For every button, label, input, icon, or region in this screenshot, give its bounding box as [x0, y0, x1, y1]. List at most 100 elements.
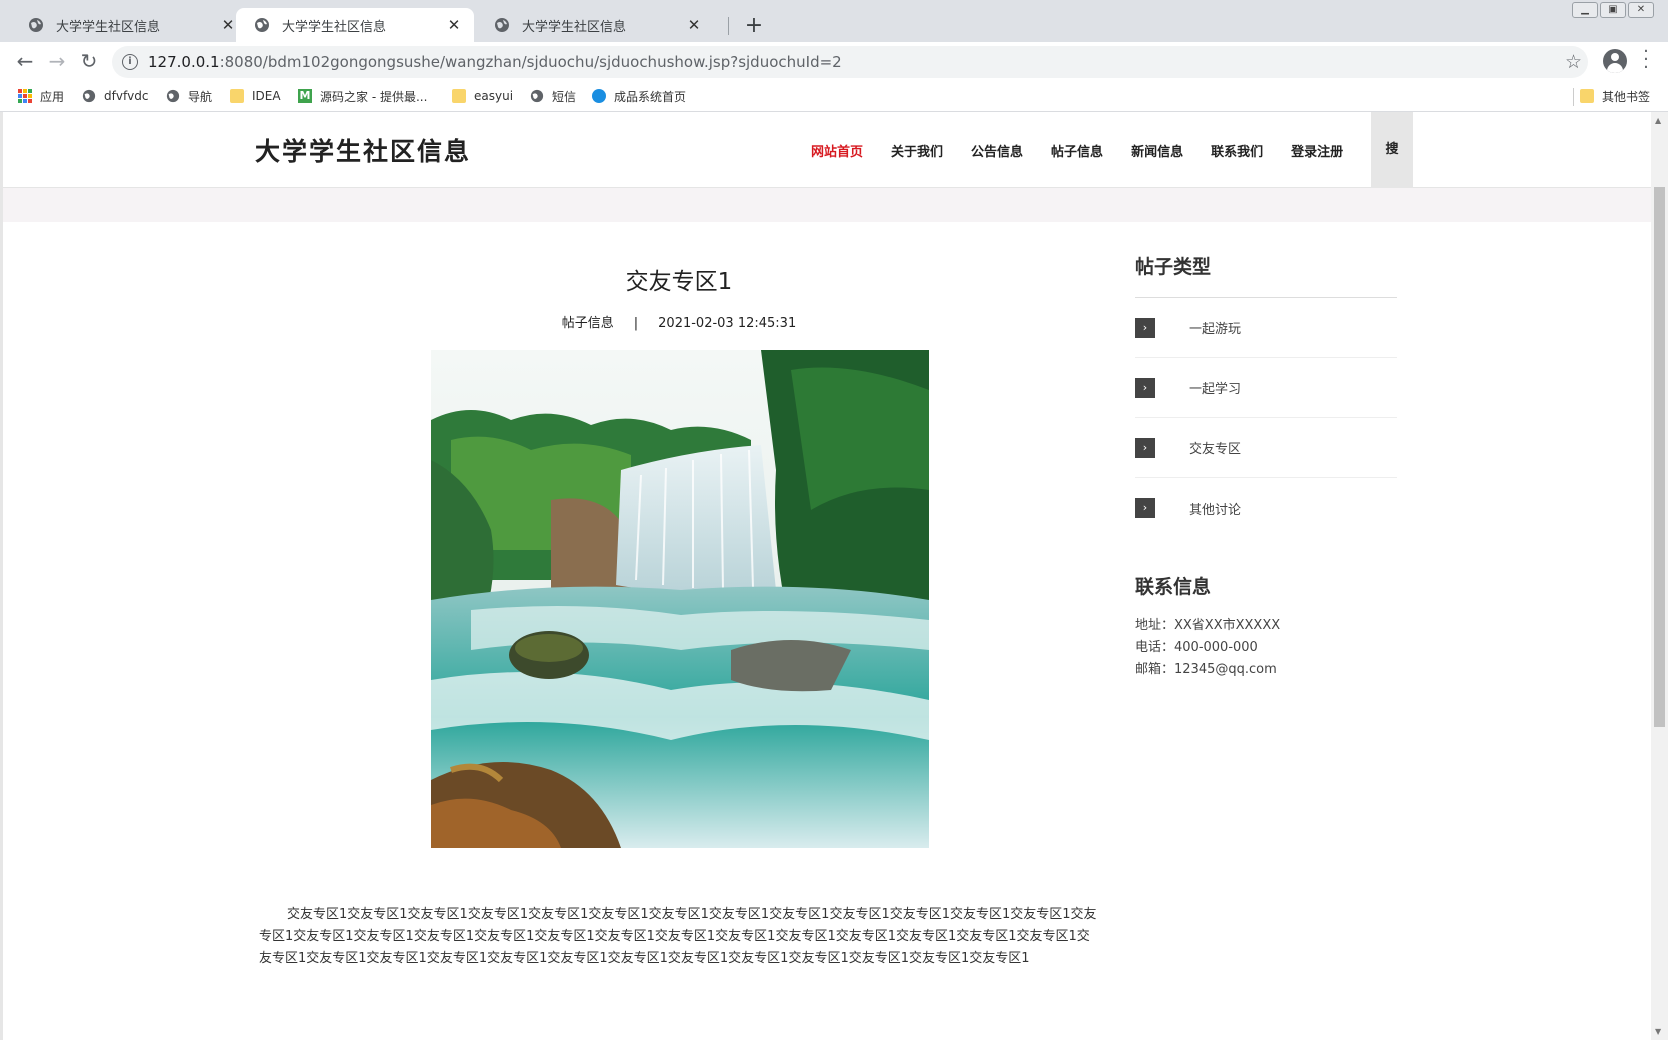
chevron-right-icon: › — [1135, 498, 1155, 518]
new-tab-button[interactable]: + — [740, 12, 768, 40]
tab-separator — [728, 17, 729, 35]
chevron-right-icon: › — [1135, 437, 1155, 458]
bookmark-label: 源码之家 - 提供最... — [320, 89, 428, 104]
tab-title: 大学学生社区信息 — [522, 19, 627, 35]
search-button[interactable]: 搜 — [1371, 112, 1413, 188]
scroll-down-icon[interactable]: ▼ — [1655, 1027, 1661, 1036]
article-meta: 帖子信息 | 2021-02-03 12:45:31 — [259, 312, 1099, 331]
main-nav: 网站首页 关于我们 公告信息 帖子信息 新闻信息 联系我们 登录注册 — [797, 112, 1357, 188]
reload-icon[interactable]: ↻ — [78, 50, 100, 72]
close-icon[interactable]: ✕ — [444, 16, 464, 34]
category-item[interactable]: › 交友专区 — [1135, 418, 1397, 478]
categories-heading: 帖子类型 — [1135, 256, 1212, 278]
address-bar: ← → ↻ i 127.0.0.1:8080/bdm102gongongsush… — [0, 42, 1668, 80]
scrollbar-thumb[interactable] — [1654, 187, 1665, 727]
bookmarks-separator — [1573, 88, 1574, 106]
browser-tab-2[interactable]: 大学学生社区信息 ✕ — [236, 8, 474, 42]
forward-icon[interactable]: → — [46, 50, 68, 72]
globe-icon — [495, 18, 509, 32]
url-input[interactable]: i 127.0.0.1:8080/bdm102gongongsushe/wang… — [112, 46, 1588, 78]
nav-item-posts[interactable]: 帖子信息 — [1051, 141, 1103, 160]
folder-icon — [1580, 89, 1594, 103]
close-icon[interactable]: ✕ — [684, 16, 704, 34]
chevron-right-icon: › — [1135, 377, 1155, 398]
nav-item-login[interactable]: 登录注册 — [1291, 141, 1343, 160]
bookmark-label: 应用 — [40, 89, 65, 104]
page-scrollbar[interactable]: ▲ ▼ — [1651, 112, 1668, 1040]
page-viewport: 大学学生社区信息 网站首页 关于我们 公告信息 帖子信息 新闻信息 联系我们 登… — [0, 112, 1668, 1040]
site-header: 大学学生社区信息 网站首页 关于我们 公告信息 帖子信息 新闻信息 联系我们 登… — [3, 112, 1651, 188]
contact-heading: 联系信息 — [1135, 576, 1212, 598]
contact-address: 地址：XX省XX市XXXXX — [1135, 618, 1281, 633]
tab-title: 大学学生社区信息 — [56, 19, 161, 35]
globe-icon — [255, 18, 269, 32]
globe-icon — [29, 18, 43, 32]
scroll-up-icon[interactable]: ▲ — [1655, 116, 1661, 125]
restore-icon[interactable]: ▣ — [1600, 2, 1626, 18]
folder-icon — [230, 89, 244, 103]
bookmark-system-home[interactable]: 成品系统首页 — [592, 87, 686, 105]
bookmark-nav[interactable]: 导航 — [166, 87, 212, 105]
article-body: 交友专区1交友专区1交友专区1交友专区1交友专区1交友专区1交友专区1交友专区1… — [259, 907, 1097, 966]
contact-phone: 电话：400-000-000 — [1135, 640, 1258, 655]
article-title: 交友专区1 — [625, 269, 733, 295]
apps-icon — [18, 89, 32, 103]
bookmark-label: easyui — [474, 89, 514, 103]
bookmark-label: dfvfvdc — [104, 89, 149, 103]
contact-email: 邮箱：12345@qq.com — [1135, 662, 1277, 677]
profile-icon[interactable] — [1603, 49, 1627, 73]
waterfall-photo — [431, 350, 929, 848]
nav-item-notice[interactable]: 公告信息 — [971, 141, 1023, 160]
bookmark-apps[interactable]: 应用 — [18, 87, 64, 105]
bookmark-label: IDEA — [252, 89, 281, 103]
category-item[interactable]: › 一起游玩 — [1135, 298, 1397, 358]
category-label[interactable]: 一起游玩 — [1189, 318, 1241, 337]
close-icon[interactable]: ✕ — [218, 16, 238, 34]
article-date: 2021-02-03 12:45:31 — [658, 316, 797, 331]
category-label[interactable]: 一起学习 — [1189, 378, 1241, 397]
chevron-right-icon: › — [1135, 317, 1155, 338]
globe-icon — [166, 89, 180, 103]
nav-item-contact[interactable]: 联系我们 — [1211, 141, 1263, 160]
nav-item-home[interactable]: 网站首页 — [811, 141, 863, 160]
nav-item-about[interactable]: 关于我们 — [891, 141, 943, 160]
bookmarks-bar: 应用 dfvfvdc 导航 IDEA M 源码之家 - 提供最... easyu… — [0, 80, 1668, 112]
meta-separator: | — [633, 316, 639, 331]
blue-circle-icon — [592, 89, 606, 103]
browser-tab-1[interactable]: 大学学生社区信息 ✕ — [10, 8, 248, 42]
browser-tab-3[interactable]: 大学学生社区信息 ✕ — [476, 8, 714, 42]
bookmark-label: 导航 — [188, 89, 213, 104]
article-category[interactable]: 帖子信息 — [562, 316, 614, 331]
nav-item-news[interactable]: 新闻信息 — [1131, 141, 1183, 160]
tab-title: 大学学生社区信息 — [282, 19, 387, 35]
bookmark-sms[interactable]: 短信 — [530, 87, 576, 105]
url-host: 127.0.0.1 — [148, 53, 220, 71]
category-label[interactable]: 其他讨论 — [1189, 499, 1241, 518]
menu-icon[interactable]: · · · — [1642, 43, 1650, 77]
category-item[interactable]: › 一起学习 — [1135, 358, 1397, 418]
contact-list: 地址：XX省XX市XXXXX 电话：400-000-000 邮箱：12345@q… — [1135, 615, 1397, 681]
back-icon[interactable]: ← — [14, 50, 36, 72]
m-icon: M — [298, 89, 312, 103]
url-path: :8080/bdm102gongongsushe/wangzhan/sjduoc… — [219, 53, 842, 71]
bookmark-easyui[interactable]: easyui — [452, 87, 513, 105]
sidebar: 帖子类型 › 一起游玩 › 一起学习 › 交友专区 › 其他讨论 联系信息 地址… — [1135, 252, 1397, 681]
info-icon[interactable]: i — [122, 54, 138, 70]
category-label[interactable]: 交友专区 — [1189, 438, 1241, 457]
bookmark-idea[interactable]: IDEA — [230, 87, 281, 105]
close-window-icon[interactable]: ✕ — [1628, 2, 1654, 18]
minimize-icon[interactable]: ▁ — [1572, 2, 1598, 18]
site-logo[interactable]: 大学学生社区信息 — [255, 132, 471, 168]
bookmark-dfvfvdc[interactable]: dfvfvdc — [82, 87, 148, 105]
bookmark-label: 短信 — [552, 89, 577, 104]
banner-strip — [3, 188, 1651, 222]
star-icon[interactable]: ☆ — [1565, 51, 1582, 73]
globe-icon — [82, 89, 96, 103]
bookmark-yuanma[interactable]: M 源码之家 - 提供最... — [298, 87, 427, 105]
globe-icon — [530, 89, 544, 103]
category-item[interactable]: › 其他讨论 — [1135, 478, 1397, 538]
bookmark-label: 其他书签 — [1602, 89, 1651, 104]
tab-bar: 大学学生社区信息 ✕ 大学学生社区信息 ✕ 大学学生社区信息 ✕ + ▁ ▣ ✕ — [0, 0, 1668, 42]
bookmark-label: 成品系统首页 — [614, 89, 687, 104]
bookmark-other[interactable]: 其他书签 — [1580, 87, 1650, 105]
